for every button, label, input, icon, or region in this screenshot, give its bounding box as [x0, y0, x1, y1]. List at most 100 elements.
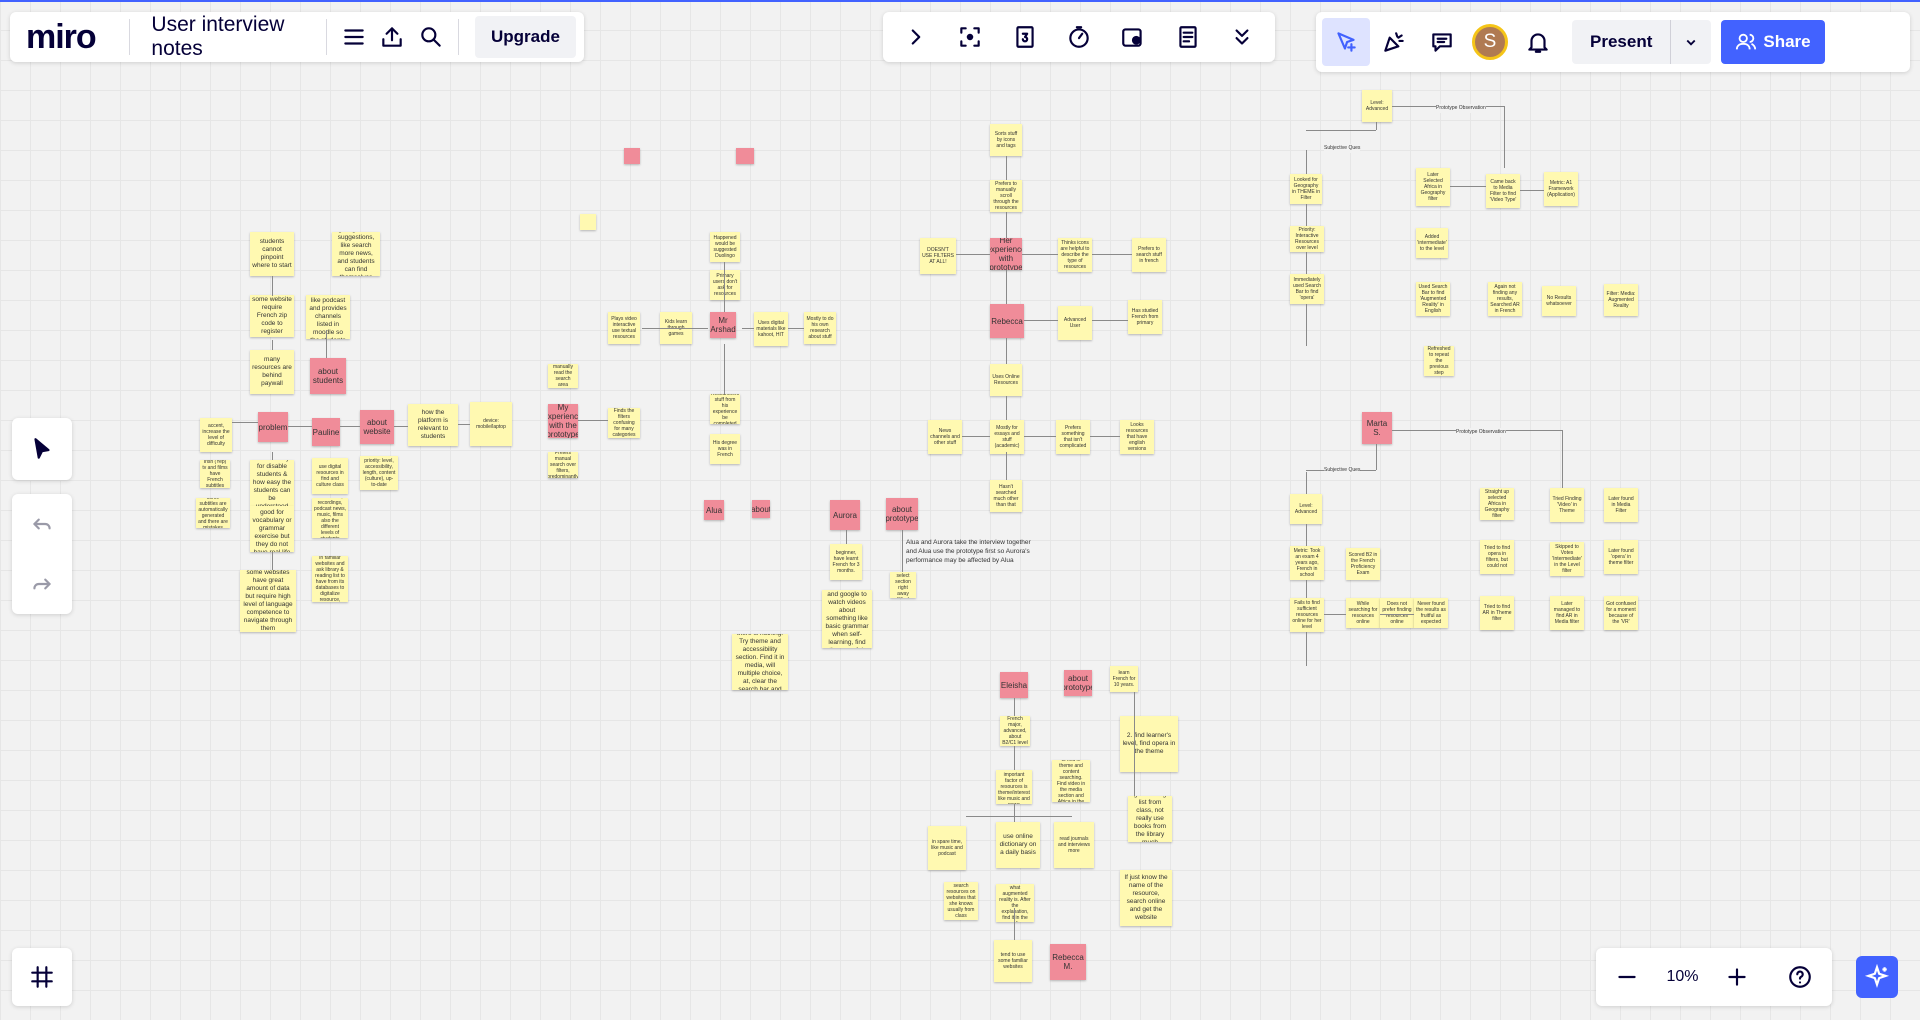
board-annotation[interactable]: Alua and Aurora take the interview toget… — [906, 538, 1040, 565]
connector-line[interactable] — [1306, 580, 1307, 598]
connector-line[interactable] — [1504, 106, 1505, 168]
comment-icon[interactable] — [1418, 18, 1466, 66]
sticky-note[interactable]: Immediately used Search Bar to find 'ope… — [1290, 274, 1324, 304]
connector-line[interactable] — [1376, 444, 1377, 470]
sticky-note[interactable]: tend to use some familiar websites — [994, 940, 1032, 982]
sticky-note[interactable]: Looks resources that have english versio… — [1120, 420, 1154, 454]
connector-line[interactable] — [272, 276, 273, 296]
topic-sticky-note[interactable]: Her experience with prototype — [990, 238, 1022, 270]
sticky-note[interactable]: While searching for resources online — [1346, 598, 1380, 628]
sticky-note[interactable]: Added 'intermediate' to the level — [1416, 228, 1448, 258]
sticky-note[interactable]: 1. use the search bar to find 'Al' but t… — [732, 634, 788, 690]
sticky-note[interactable]: there are resources like podcast and pro… — [306, 295, 350, 339]
connector-line[interactable] — [1006, 452, 1007, 480]
connector-line[interactable] — [1306, 150, 1307, 174]
sticky-note[interactable]: Tried to find AR in Theme filter — [1480, 596, 1514, 630]
sticky-note[interactable]: Prefers something that isn't complicated — [1056, 420, 1090, 454]
chevron-down-icon[interactable] — [1671, 33, 1711, 51]
sticky-note[interactable]: Again not finding any results, Searched … — [1488, 282, 1522, 316]
sticky-note[interactable]: device: mobile/laptop — [470, 402, 512, 446]
share-button[interactable]: Share — [1721, 20, 1825, 64]
sticky-note[interactable]: Happened would be suggested Duolingo — [710, 232, 740, 262]
sticky-note[interactable] — [580, 214, 596, 230]
connector-line[interactable] — [232, 422, 258, 423]
sticky-note[interactable]: the most important factor of resources i… — [996, 770, 1032, 804]
sticky-note[interactable]: Fails to find sufficient resources onlin… — [1290, 598, 1324, 632]
sticky-note[interactable]: get reading list from class, not really … — [1128, 796, 1172, 842]
connector-line[interactable] — [272, 340, 273, 350]
connector-line[interactable] — [394, 426, 408, 427]
topic-sticky-note[interactable]: Mr Arshad — [710, 312, 736, 338]
whiteboard-canvas[interactable]: students cannot pinpoint where to start g… — [0, 0, 1920, 1020]
sticky-note[interactable]: Plays video interactive use textual reso… — [608, 312, 640, 344]
topic-sticky-note[interactable]: Alua — [704, 500, 724, 520]
connector-line[interactable] — [1562, 430, 1563, 488]
sticky-note[interactable]: 2. find learner's level, find opera in t… — [1120, 716, 1178, 772]
sticky-note[interactable]: search resources on websites that she kn… — [944, 882, 978, 920]
sticky-note[interactable]: Prefers to manually scroll through the r… — [990, 180, 1022, 212]
topic-sticky-note[interactable]: about prototype — [886, 498, 918, 530]
topic-sticky-note[interactable]: Aurora — [830, 500, 860, 530]
sticky-note[interactable]: many resources are behind paywall — [250, 350, 294, 394]
export-icon[interactable] — [373, 13, 411, 61]
sticky-note[interactable]: 3. don't know what augmented reality is.… — [996, 884, 1034, 922]
topic-sticky-note[interactable]: about website — [360, 410, 394, 444]
topic-sticky-note[interactable]: problem — [258, 412, 288, 442]
zoom-level[interactable]: 10% — [1666, 968, 1698, 986]
connector-line[interactable] — [1006, 270, 1007, 304]
zoom-out-icon[interactable] — [1603, 953, 1651, 1001]
connector-line[interactable] — [846, 530, 847, 544]
sticky-note[interactable]: Has studied French from primary — [1128, 300, 1162, 334]
connector-line[interactable] — [1014, 804, 1015, 822]
connector-line[interactable] — [326, 330, 327, 358]
connector-line[interactable] — [272, 552, 273, 570]
sticky-note[interactable]: Refreshed to repeat the previous step — [1424, 346, 1454, 376]
card-3-icon[interactable] — [1001, 13, 1049, 61]
sticky-note[interactable]: accent, increase the level of difficulty — [200, 418, 232, 452]
topic-sticky-note[interactable]: about — [752, 500, 770, 518]
notes-list-icon[interactable] — [1164, 13, 1212, 61]
topic-sticky-note[interactable]: Rebecca M. — [1050, 944, 1086, 980]
avatar[interactable]: S — [1472, 24, 1508, 60]
connector-line[interactable] — [724, 344, 725, 394]
sticky-note[interactable]: some subtitles are automatically generat… — [196, 498, 230, 528]
connector-line[interactable] — [1006, 212, 1007, 238]
topic-sticky-note[interactable]: Marta S. — [1362, 412, 1392, 444]
sticky-note[interactable]: use select section right away (filter) — [890, 572, 916, 598]
sticky-note[interactable]: Metric: A1 Framework (Application) — [1544, 172, 1578, 206]
connector-line[interactable] — [1450, 186, 1486, 187]
sticky-note[interactable]: give general suggestions, like search mo… — [332, 232, 380, 276]
sticky-note[interactable]: Level: Advanced — [1362, 90, 1392, 122]
redo-icon[interactable] — [18, 560, 66, 608]
reactions-cursor-icon[interactable] — [1322, 18, 1370, 66]
sticky-note[interactable]: Sorts stuff by icons and tags — [990, 124, 1022, 156]
sticky-note[interactable]: No Results whatsoever — [1542, 286, 1576, 316]
connector-line[interactable] — [1006, 338, 1007, 364]
connector-line[interactable] — [1024, 436, 1056, 437]
zoom-in-icon[interactable] — [1713, 953, 1761, 1001]
connector-line[interactable] — [966, 816, 1072, 817]
sticky-note[interactable]: Priority: Interactive Resources over lev… — [1290, 226, 1324, 252]
sticky-note[interactable]: use digital resources in find and cultur… — [312, 458, 348, 494]
chevron-right-icon[interactable] — [892, 13, 940, 61]
sticky-note[interactable]: Later Selected Africa in Geography filte… — [1416, 168, 1450, 206]
sticky-note[interactable]: Uses digital materials like kahoot, HIT — [754, 312, 788, 346]
present-button[interactable]: Present — [1572, 20, 1712, 64]
sticky-note[interactable]: find resources in familiar websites and … — [312, 556, 348, 602]
sticky-note[interactable]: in spare time, like music and podcast — [928, 826, 966, 870]
connector-line[interactable] — [1306, 472, 1307, 494]
sticky-note[interactable]: how the platform is relevant to students — [408, 404, 458, 446]
sticky-note[interactable]: News channels and other stuff — [928, 420, 962, 454]
sticky-note[interactable]: Advanced User — [1058, 306, 1092, 340]
topic-sticky-note[interactable]: about students — [310, 358, 346, 394]
sticky-note[interactable]: Metric: Took an exam 4 years ago, French… — [1290, 546, 1324, 580]
sticky-note[interactable]: Filter: Media: Augmented Reality — [1604, 284, 1638, 316]
sticky-note[interactable]: Does not prefer finding resources online — [1380, 598, 1414, 628]
connector-line[interactable] — [1306, 632, 1307, 666]
sticky-note[interactable]: some websites have great amount of data … — [240, 570, 296, 632]
timer-icon[interactable] — [1055, 13, 1103, 61]
connector-line[interactable] — [458, 424, 470, 425]
connector-line[interactable] — [1022, 254, 1058, 255]
sticky-note[interactable]: Used to manually read the search area ev… — [548, 364, 578, 388]
connector-line[interactable] — [1306, 304, 1307, 346]
